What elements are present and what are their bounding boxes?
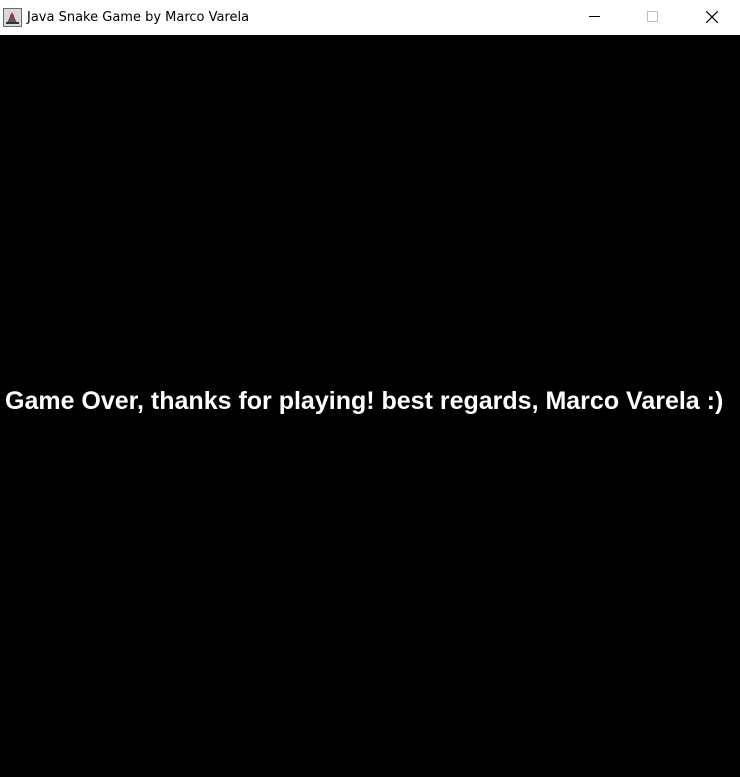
close-icon <box>706 11 718 23</box>
minimize-icon <box>589 16 600 17</box>
game-window: Java Snake Game by Marco Varela Game Ove… <box>0 0 740 777</box>
minimize-button[interactable] <box>572 0 618 35</box>
game-over-message: Game Over, thanks for playing! best rega… <box>5 387 724 415</box>
game-board[interactable]: Game Over, thanks for playing! best rega… <box>0 35 740 777</box>
java-app-icon[interactable] <box>3 8 22 27</box>
maximize-button[interactable] <box>630 0 676 35</box>
maximize-icon <box>647 11 658 22</box>
window-title: Java Snake Game by Marco Varela <box>27 10 250 25</box>
title-bar[interactable]: Java Snake Game by Marco Varela <box>0 0 740 35</box>
close-button[interactable] <box>689 0 735 35</box>
